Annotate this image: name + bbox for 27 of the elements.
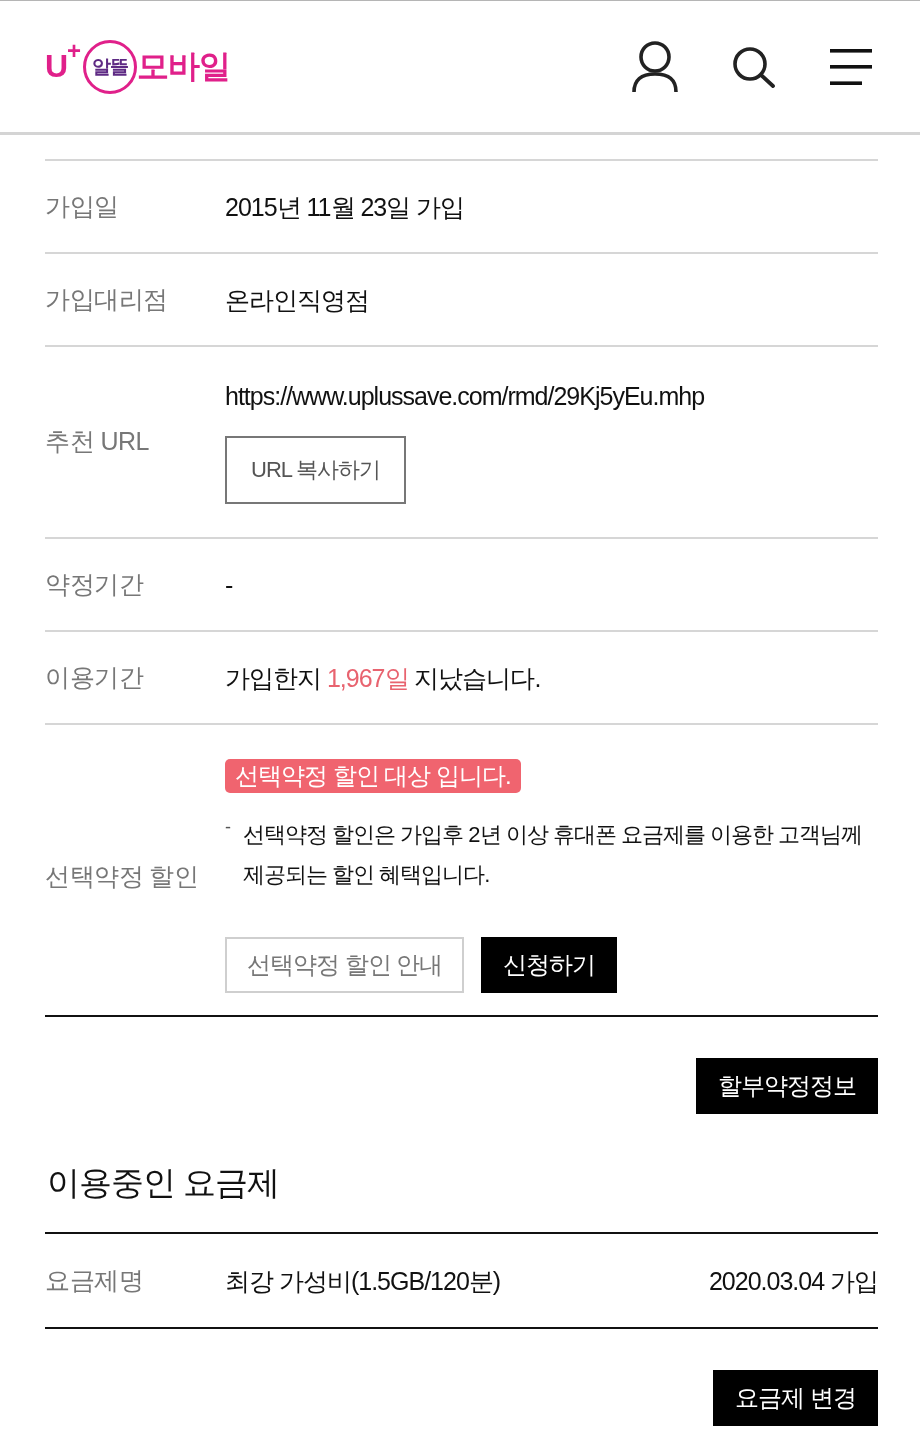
row-label: 요금제명 xyxy=(45,1265,144,1296)
change-plan-button[interactable]: 요금제 변경 xyxy=(713,1370,878,1426)
guide-button[interactable]: 선택약정 할인 안내 xyxy=(225,937,465,993)
row-label: 약정기간 xyxy=(45,569,145,600)
row-value: 온라인직영점 xyxy=(225,284,369,316)
brand-logo[interactable]: U+ 알뜰 모바일 xyxy=(45,38,231,95)
list-bullet: - xyxy=(225,816,232,839)
apply-button[interactable]: 신청하기 xyxy=(481,937,618,993)
row-value: 가입한지 1,967일 지났습니다. xyxy=(225,662,541,694)
url-text: https://www.uplussave.com/rmd/29Kj5yEu.mhp xyxy=(225,381,705,412)
row-value: 2015년 11월 23일 가입 xyxy=(225,191,465,223)
note-text: 선택약정 할인은 가입후 2년 이상 휴대폰 요금제를 이용한 고객님께 제공되는 할인 혜택입니다. xyxy=(243,821,864,889)
menu-icon[interactable] xyxy=(830,48,872,85)
row-label: 선택약정 할인 xyxy=(45,860,200,892)
status-badge: 선택약정 할인 대상 입니다. xyxy=(225,759,521,793)
row-label: 가입일 xyxy=(45,191,120,222)
row-label: 가입대리점 xyxy=(45,284,169,315)
section-title: 이용중인 요금제 xyxy=(47,1163,281,1203)
search-icon[interactable] xyxy=(732,45,776,88)
plan-name: 최강 가성비(1.5GB/120분) xyxy=(225,1265,502,1297)
copy-url-button[interactable]: URL 복사하기 xyxy=(225,436,407,504)
row-label: 추천 URL xyxy=(45,425,150,457)
row-label: 이용기간 xyxy=(45,662,145,693)
user-icon[interactable] xyxy=(632,40,678,93)
plan-date: 2020.03.04 가입 xyxy=(708,1265,878,1297)
row-value: - xyxy=(225,569,233,601)
installment-info-button[interactable]: 할부약정정보 xyxy=(696,1058,878,1114)
